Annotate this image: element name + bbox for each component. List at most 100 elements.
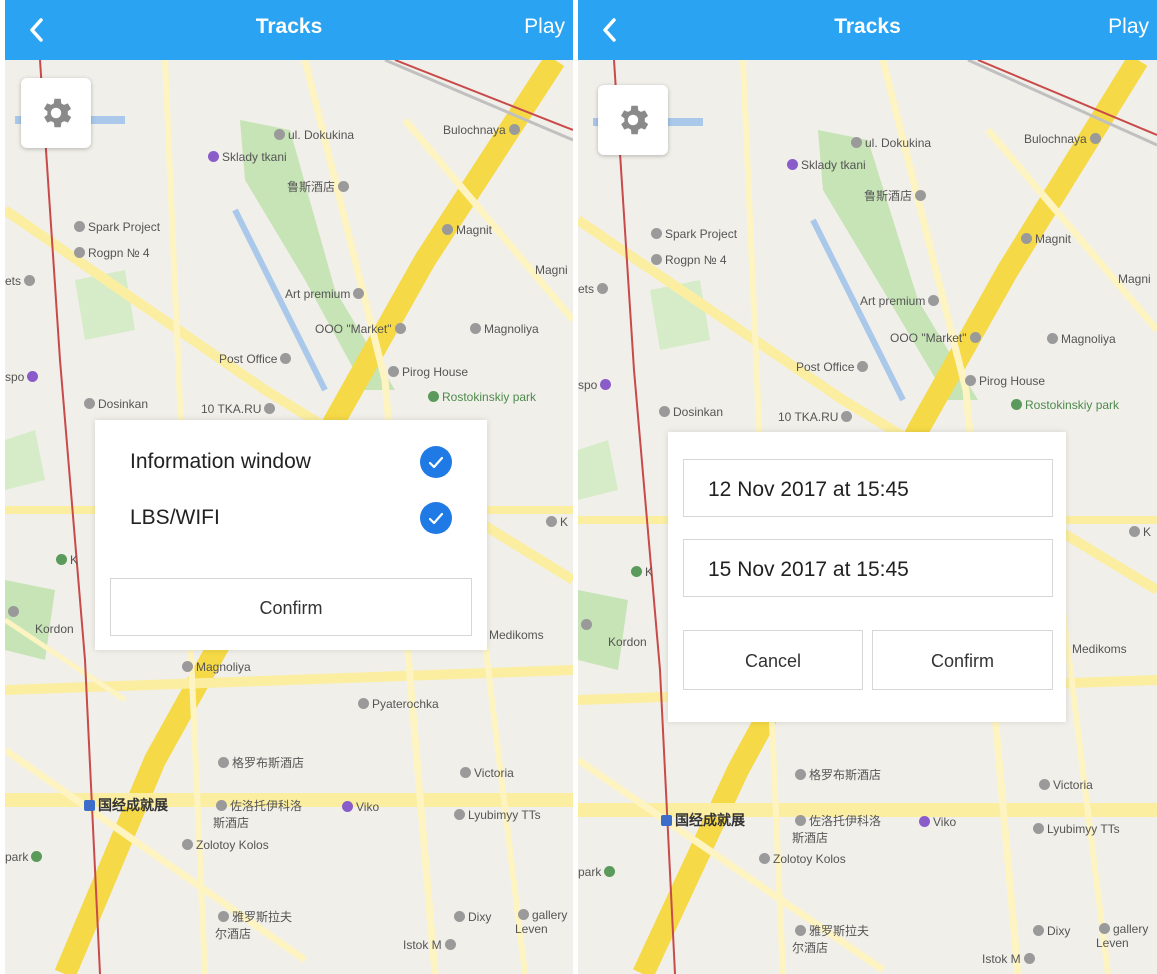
map-label: Dixy bbox=[1030, 924, 1070, 938]
confirm-button[interactable]: Confirm bbox=[872, 630, 1053, 690]
map-label: Rostokinskiy park bbox=[425, 390, 536, 404]
map-label: Lyubimyy TTs bbox=[451, 808, 541, 822]
map-label: K bbox=[53, 553, 78, 567]
shop-icon bbox=[358, 698, 369, 709]
poi-icon bbox=[631, 566, 642, 577]
hotel-icon bbox=[338, 181, 350, 192]
map-label: ul. Dokukina bbox=[271, 128, 354, 142]
shop-icon bbox=[1033, 925, 1044, 936]
map-label: gallery Leven bbox=[1096, 922, 1149, 950]
map-label: Dosinkan bbox=[81, 397, 148, 411]
poi-icon bbox=[27, 371, 39, 382]
option-label: LBS/WIFI bbox=[130, 506, 220, 529]
hotel-icon bbox=[795, 769, 806, 780]
cancel-button[interactable]: Cancel bbox=[683, 630, 863, 690]
map-label: K bbox=[1126, 525, 1151, 539]
map-label: K bbox=[543, 515, 568, 529]
back-button[interactable] bbox=[596, 14, 626, 46]
map-label: Post Office bbox=[796, 360, 871, 374]
map-label: Magnoliya bbox=[1044, 332, 1116, 346]
map-label: 佐洛托伊科洛斯酒店 bbox=[213, 799, 303, 830]
map-label: OOO "Market" bbox=[315, 322, 409, 336]
option-information-window[interactable]: Information window bbox=[130, 442, 452, 482]
start-date-field[interactable]: 12 Nov 2017 at 15:45 bbox=[683, 459, 1053, 517]
gear-icon bbox=[43, 98, 72, 128]
settings-button[interactable] bbox=[21, 78, 91, 148]
map-label: 鲁斯酒店 bbox=[287, 178, 352, 195]
option-lbs-wifi[interactable]: LBS/WIFI bbox=[130, 498, 452, 538]
map-label: Spark Project bbox=[648, 227, 737, 241]
map-label: Zolotoy Kolos bbox=[756, 852, 846, 866]
poi-icon bbox=[651, 254, 662, 265]
map-label: 格罗布斯酒店 bbox=[792, 766, 881, 783]
map-label: ul. Dokukina bbox=[848, 136, 931, 150]
map-label bbox=[5, 605, 22, 619]
poi-icon bbox=[84, 398, 95, 409]
map-label: Lyubimyy TTs bbox=[1030, 822, 1120, 836]
play-button[interactable]: Play bbox=[1108, 15, 1149, 39]
park-icon bbox=[31, 851, 43, 862]
map-label bbox=[578, 618, 595, 632]
settings-button[interactable] bbox=[598, 85, 668, 155]
shop-icon bbox=[444, 939, 456, 950]
map-label: 鲁斯酒店 bbox=[864, 187, 929, 204]
map-label: 国经成就展 bbox=[81, 795, 168, 815]
map-label: Spark Project bbox=[71, 220, 160, 234]
map-label: Istok M bbox=[403, 938, 459, 952]
poi-icon bbox=[546, 516, 557, 527]
chevron-left-icon bbox=[30, 18, 43, 42]
map-label: Rostokinskiy park bbox=[1008, 398, 1119, 412]
map-label: Art premium bbox=[860, 294, 942, 308]
back-button[interactable] bbox=[23, 14, 53, 46]
map-label: Pirog House bbox=[385, 365, 468, 379]
map-label: Bulochnaya bbox=[1024, 132, 1104, 146]
poi-icon bbox=[1129, 526, 1140, 537]
page-title: Tracks bbox=[255, 15, 323, 38]
map-label: Rogpn № 4 bbox=[648, 253, 727, 267]
map-label: Medikoms bbox=[1072, 642, 1127, 656]
shop-icon bbox=[841, 411, 853, 422]
poi-icon bbox=[24, 275, 36, 286]
shop-icon bbox=[264, 403, 276, 414]
poi-icon bbox=[518, 909, 529, 920]
option-label: Information window bbox=[130, 450, 311, 473]
map-label: Bulochnaya bbox=[443, 123, 523, 137]
map-label: Zolotoy Kolos bbox=[179, 838, 269, 852]
map-label: spo bbox=[5, 370, 41, 384]
poi-icon bbox=[74, 221, 85, 232]
map-label: park bbox=[578, 865, 618, 879]
confirm-button[interactable]: Confirm bbox=[110, 578, 472, 636]
map-label: 佐洛托伊科洛斯酒店 bbox=[792, 814, 882, 845]
map-label: Viko bbox=[916, 815, 956, 829]
post-icon bbox=[857, 361, 869, 372]
play-button[interactable]: Play bbox=[524, 15, 565, 39]
map-label: Magni bbox=[1118, 272, 1151, 286]
shop-icon bbox=[1033, 823, 1044, 834]
settings-dialog: Information window LBS/WIFI Confirm bbox=[95, 420, 487, 650]
shop-icon bbox=[470, 323, 481, 334]
end-date-field[interactable]: 15 Nov 2017 at 15:45 bbox=[683, 539, 1053, 597]
map-label: 国经成就展 bbox=[658, 810, 745, 830]
poi-icon bbox=[342, 801, 353, 812]
poi-icon bbox=[651, 228, 662, 239]
post-icon bbox=[280, 353, 292, 364]
poi-icon bbox=[8, 606, 19, 617]
hotel-icon bbox=[795, 925, 806, 936]
information-window-checkbox[interactable] bbox=[420, 446, 452, 478]
check-icon bbox=[428, 456, 444, 469]
map-label: Rogpn № 4 bbox=[71, 246, 150, 260]
metro-icon bbox=[84, 800, 95, 811]
map-label: 10 TKA.RU bbox=[778, 410, 855, 424]
hotel-icon bbox=[218, 757, 229, 768]
map-label: Pirog House bbox=[962, 374, 1045, 388]
map-label: gallery Leven bbox=[515, 908, 568, 936]
map-label: ets bbox=[5, 274, 38, 288]
park-icon bbox=[428, 391, 439, 402]
map-label: OOO "Market" bbox=[890, 331, 984, 345]
poi-icon bbox=[1099, 923, 1110, 934]
poi-icon bbox=[581, 619, 592, 630]
shop-icon bbox=[353, 288, 365, 299]
lbs-wifi-checkbox[interactable] bbox=[420, 502, 452, 534]
poi-icon bbox=[74, 247, 85, 258]
map-label: Pyaterochka bbox=[355, 697, 439, 711]
